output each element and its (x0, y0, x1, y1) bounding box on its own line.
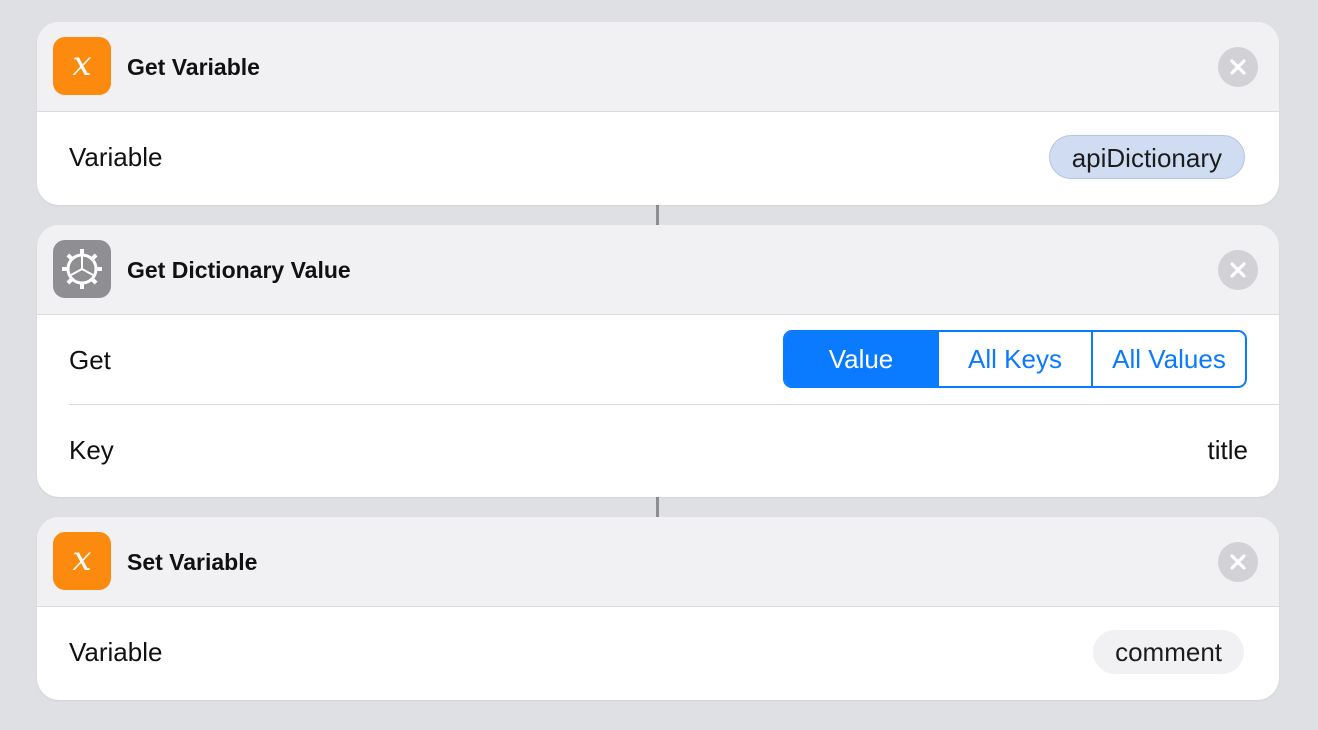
action-title: Set Variable (127, 549, 258, 575)
parameter-row-variable: Variable comment (37, 607, 1279, 697)
remove-action-button[interactable] (1218, 250, 1258, 290)
action-title: Get Variable (127, 54, 260, 80)
close-icon (1230, 554, 1246, 570)
action-header: Get Dictionary Value (37, 225, 1279, 315)
parameter-row-variable: Variable apiDictionary (37, 112, 1279, 202)
variable-token[interactable]: apiDictionary (1048, 135, 1245, 179)
action-card-set-variable[interactable]: x Set Variable Variable comment (37, 517, 1279, 700)
action-header: x Get Variable (37, 22, 1279, 112)
variable-name-field[interactable]: comment (1093, 630, 1244, 674)
segment-all-keys[interactable]: All Keys (937, 332, 1091, 386)
variable-x-icon: x (53, 37, 111, 95)
gear-icon (53, 240, 111, 298)
close-icon (1230, 59, 1246, 75)
parameter-label: Key (69, 435, 114, 465)
remove-action-button[interactable] (1218, 542, 1258, 582)
flow-connector (656, 497, 659, 517)
parameter-row-key: Key title (37, 405, 1279, 495)
variable-x-icon: x (53, 532, 111, 590)
action-header: x Set Variable (37, 517, 1279, 607)
parameter-label: Variable (69, 142, 163, 172)
parameter-label: Get (69, 345, 111, 375)
action-card-get-variable[interactable]: x Get Variable Variable apiDictionary (37, 22, 1279, 205)
segment-all-values[interactable]: All Values (1091, 332, 1245, 386)
get-mode-segmented-control[interactable]: Value All Keys All Values (783, 330, 1247, 388)
segment-value[interactable]: Value (785, 332, 937, 386)
remove-action-button[interactable] (1218, 47, 1258, 87)
parameter-row-get: Get Value All Keys All Values (37, 315, 1279, 405)
gear-glyph (62, 249, 102, 289)
action-title: Get Dictionary Value (127, 257, 351, 283)
action-card-get-dictionary-value[interactable]: Get Dictionary Value Get Value All Keys … (37, 225, 1279, 497)
parameter-label: Variable (69, 637, 163, 667)
close-icon (1230, 262, 1246, 278)
flow-connector (656, 205, 659, 225)
key-value-field[interactable]: title (1208, 405, 1248, 495)
